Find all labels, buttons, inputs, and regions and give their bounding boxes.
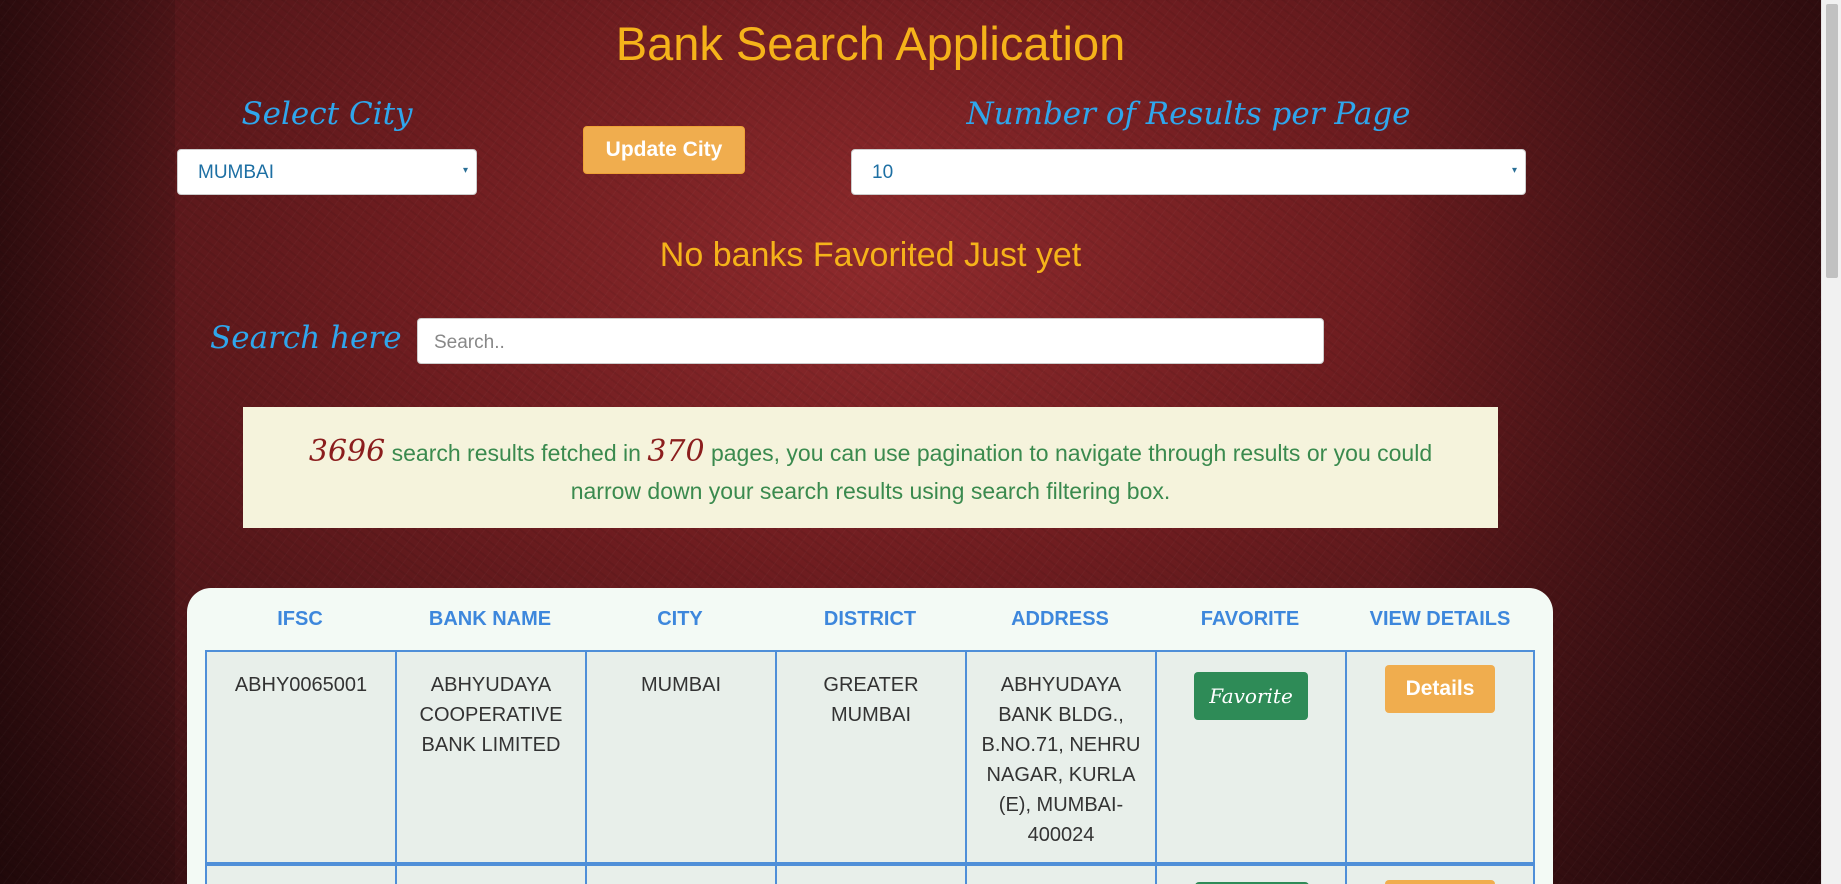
results-table: IFSC BANK NAME CITY DISTRICT ADDRESS FAV…: [187, 588, 1553, 884]
pages-count: 370: [647, 434, 705, 469]
cell-ifsc: ABHY0065001: [205, 652, 395, 862]
header-favorite: FAVORITE: [1200, 608, 1300, 630]
chevron-down-icon: ▾: [1511, 165, 1517, 176]
update-city-button[interactable]: Update City: [583, 126, 745, 174]
cell-details: Details: [1345, 652, 1535, 862]
cell-city: [585, 866, 775, 884]
cell-bank-name: [395, 866, 585, 884]
info-text-part1: search results fetched in: [385, 440, 648, 466]
chevron-down-icon: ▾: [462, 165, 468, 176]
header-bank-name[interactable]: BANK NAME: [395, 588, 585, 650]
search-input[interactable]: Search..: [417, 318, 1324, 364]
cell-ifsc: [205, 866, 395, 884]
results-info-box: 3696 search results fetched in 370 pages…: [243, 407, 1498, 528]
city-select[interactable]: MUMBAI ▾: [177, 149, 477, 195]
select-city-label: Select City: [241, 96, 413, 132]
cell-address: ABHYUDAYA BANK BLDG., B.NO.71, NEHRU NAG…: [965, 652, 1155, 862]
favorite-button[interactable]: Favorite: [1194, 672, 1308, 720]
page-title: Bank Search Application: [615, 17, 1126, 70]
cell-district: [775, 866, 965, 884]
table-row: ABHY0065001 ABHYUDAYA COOPERATIVE BANK L…: [205, 650, 1535, 864]
details-button[interactable]: Details: [1385, 665, 1495, 713]
search-label: Search here: [210, 320, 402, 356]
header-view-details: VIEW DETAILS: [1369, 608, 1511, 630]
cell-bank-name: ABHYUDAYA COOPERATIVE BANK LIMITED: [395, 652, 585, 862]
cell-address: [965, 866, 1155, 884]
cell-favorite: [1155, 866, 1345, 884]
cell-details: [1345, 866, 1535, 884]
header-address[interactable]: ADDRESS: [965, 588, 1155, 650]
cell-favorite: Favorite: [1155, 652, 1345, 862]
results-count: 3696: [308, 434, 386, 469]
scrollbar-thumb[interactable]: [1826, 4, 1838, 278]
city-select-value: MUMBAI: [198, 162, 274, 183]
results-per-page-label: Number of Results per Page: [966, 96, 1411, 132]
background-left-panel: [0, 0, 175, 884]
header-ifsc[interactable]: IFSC: [205, 588, 395, 650]
results-per-page-value: 10: [872, 162, 894, 183]
page-scrollbar[interactable]: [1821, 0, 1841, 884]
results-per-page-select[interactable]: 10 ▾: [851, 149, 1526, 195]
favorites-status-message: No banks Favorited Just yet: [659, 236, 1082, 274]
table-row: [205, 864, 1535, 884]
header-city[interactable]: CITY: [585, 588, 775, 650]
cell-district: GREATER MUMBAI: [775, 652, 965, 862]
header-district[interactable]: DISTRICT: [775, 588, 965, 650]
cell-city: MUMBAI: [585, 652, 775, 862]
table-header: IFSC BANK NAME CITY DISTRICT ADDRESS FAV…: [205, 588, 1535, 650]
details-button[interactable]: [1385, 880, 1495, 884]
